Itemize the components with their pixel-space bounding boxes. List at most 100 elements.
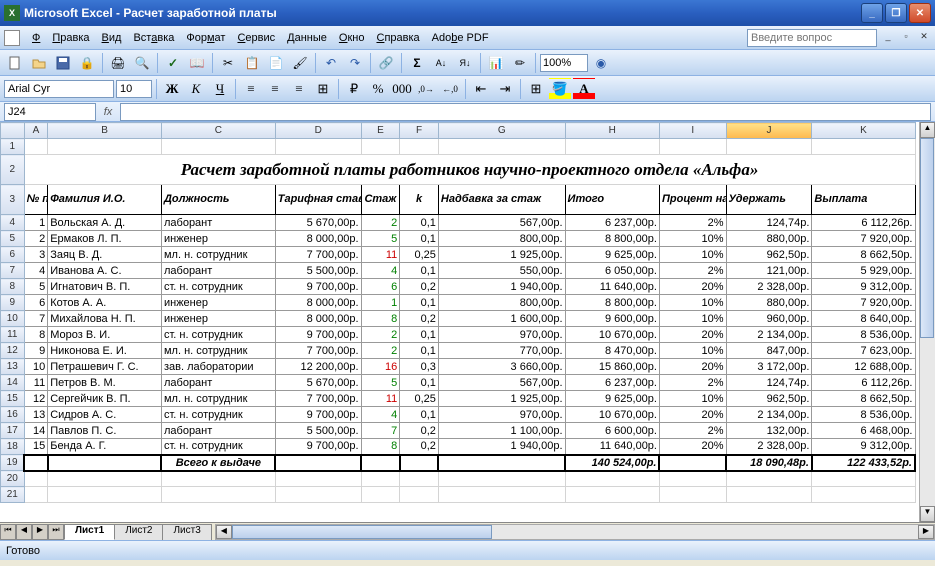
- cell-pos[interactable]: ст. н. сотрудник: [161, 439, 275, 455]
- redo-button[interactable]: ↷: [344, 52, 366, 74]
- cell-k[interactable]: 0,2: [400, 279, 439, 295]
- cell-pay[interactable]: 8 536,00р.: [812, 327, 915, 343]
- cell-pct[interactable]: 10%: [659, 247, 726, 263]
- menu-view[interactable]: Вид: [96, 30, 128, 46]
- paste-button[interactable]: 📄: [265, 52, 287, 74]
- hscroll-thumb[interactable]: [232, 525, 492, 539]
- row-header-10[interactable]: 10: [1, 311, 25, 327]
- col-header-K[interactable]: K: [812, 123, 915, 139]
- cell[interactable]: [48, 487, 162, 503]
- close-button[interactable]: ✕: [909, 3, 931, 23]
- cell-exp[interactable]: 7: [361, 423, 400, 439]
- cell-num[interactable]: 7: [24, 311, 48, 327]
- cell-pct[interactable]: 2%: [659, 423, 726, 439]
- fx-button[interactable]: fx: [96, 106, 120, 118]
- cell-total[interactable]: 9 600,00р.: [565, 311, 659, 327]
- col-header-D[interactable]: D: [275, 123, 361, 139]
- col-header-F[interactable]: F: [400, 123, 439, 139]
- cell-hold[interactable]: 2 134,00р.: [726, 327, 812, 343]
- cell-pct[interactable]: 2%: [659, 263, 726, 279]
- cell-k[interactable]: 0,2: [400, 423, 439, 439]
- cell-pos[interactable]: мл. н. сотрудник: [161, 391, 275, 407]
- cell[interactable]: [275, 455, 361, 471]
- menu-window[interactable]: Окно: [333, 30, 371, 46]
- cell-total[interactable]: 10 670,00р.: [565, 407, 659, 423]
- row-header-7[interactable]: 7: [1, 263, 25, 279]
- scroll-left-button[interactable]: ◀: [216, 525, 232, 539]
- row-header-6[interactable]: 6: [1, 247, 25, 263]
- cell-name[interactable]: Иванова А. С.: [48, 263, 162, 279]
- sort-asc-button[interactable]: A↓: [430, 52, 452, 74]
- cell-bonus[interactable]: 970,00р.: [438, 327, 565, 343]
- bold-button[interactable]: Ж: [161, 78, 183, 100]
- cell-pct[interactable]: 2%: [659, 215, 726, 231]
- cell-bonus[interactable]: 550,00р.: [438, 263, 565, 279]
- row-header-2[interactable]: 2: [1, 155, 25, 185]
- format-painter-button[interactable]: 🖌: [289, 52, 311, 74]
- align-center-button[interactable]: ≡: [264, 78, 286, 100]
- cell-hold[interactable]: 880,00р.: [726, 231, 812, 247]
- zoom-combo[interactable]: 100%: [540, 54, 588, 72]
- decrease-decimal-button[interactable]: ←,0: [439, 78, 461, 100]
- cell-bonus[interactable]: 800,00р.: [438, 231, 565, 247]
- cell-num[interactable]: 5: [24, 279, 48, 295]
- hyperlink-button[interactable]: 🔗: [375, 52, 397, 74]
- cell-num[interactable]: 15: [24, 439, 48, 455]
- hdr-bonus[interactable]: Надбавка за стаж: [438, 185, 565, 215]
- cell-num[interactable]: 14: [24, 423, 48, 439]
- font-name-combo[interactable]: Arial Cyr: [4, 80, 114, 98]
- col-header-A[interactable]: A: [24, 123, 48, 139]
- cell-hold[interactable]: 880,00р.: [726, 295, 812, 311]
- cell-bonus[interactable]: 1 100,00р.: [438, 423, 565, 439]
- cell-pos[interactable]: ст. н. сотрудник: [161, 279, 275, 295]
- col-header-E[interactable]: E: [361, 123, 400, 139]
- cell[interactable]: [438, 471, 565, 487]
- cell-pos[interactable]: лаборант: [161, 423, 275, 439]
- cell-num[interactable]: 8: [24, 327, 48, 343]
- print-button[interactable]: 🖨: [107, 52, 129, 74]
- cell-num[interactable]: 12: [24, 391, 48, 407]
- cell-exp[interactable]: 8: [361, 311, 400, 327]
- cell[interactable]: [361, 487, 400, 503]
- cell-bonus[interactable]: 970,00р.: [438, 407, 565, 423]
- cell-total[interactable]: 8 800,00р.: [565, 295, 659, 311]
- cell-name[interactable]: Заяц В. Д.: [48, 247, 162, 263]
- vertical-scrollbar[interactable]: ▲ ▼: [919, 122, 935, 522]
- research-button[interactable]: 📖: [186, 52, 208, 74]
- row-header-5[interactable]: 5: [1, 231, 25, 247]
- increase-decimal-button[interactable]: ,0→: [415, 78, 437, 100]
- cell-num[interactable]: 10: [24, 359, 48, 375]
- cell-name[interactable]: Сидров А. С.: [48, 407, 162, 423]
- cell-pos[interactable]: мл. н. сотрудник: [161, 343, 275, 359]
- cell-rate[interactable]: 8 000,00р.: [275, 231, 361, 247]
- row-header-17[interactable]: 17: [1, 423, 25, 439]
- col-header-B[interactable]: B: [48, 123, 162, 139]
- cell-hold[interactable]: 962,50р.: [726, 247, 812, 263]
- mdi-minimize-button[interactable]: _: [881, 31, 895, 45]
- cell[interactable]: [400, 455, 439, 471]
- cell-hold[interactable]: 2 328,00р.: [726, 439, 812, 455]
- cell-rate[interactable]: 5 670,00р.: [275, 215, 361, 231]
- total-hold[interactable]: 18 090,48р.: [726, 455, 812, 471]
- cell-name[interactable]: Михайлова Н. П.: [48, 311, 162, 327]
- cell-name[interactable]: Павлов П. С.: [48, 423, 162, 439]
- cell-pct[interactable]: 20%: [659, 439, 726, 455]
- cell-exp[interactable]: 5: [361, 231, 400, 247]
- cell[interactable]: [48, 455, 162, 471]
- cell[interactable]: [659, 471, 726, 487]
- cell-num[interactable]: 4: [24, 263, 48, 279]
- cell-hold[interactable]: 132,00р.: [726, 423, 812, 439]
- cell-name[interactable]: Бенда А. Г.: [48, 439, 162, 455]
- menu-format[interactable]: Формат: [180, 30, 231, 46]
- cell-total[interactable]: 6 600,00р.: [565, 423, 659, 439]
- cell-rate[interactable]: 5 670,00р.: [275, 375, 361, 391]
- chart-wizard-button[interactable]: 📊: [485, 52, 507, 74]
- cell[interactable]: [361, 139, 400, 155]
- cell-exp[interactable]: 16: [361, 359, 400, 375]
- cell-rate[interactable]: 9 700,00р.: [275, 407, 361, 423]
- row-header-18[interactable]: 18: [1, 439, 25, 455]
- undo-button[interactable]: ↶: [320, 52, 342, 74]
- hdr-name[interactable]: Фамилия И.О.: [48, 185, 162, 215]
- cell-hold[interactable]: 2 134,00р.: [726, 407, 812, 423]
- row-header-21[interactable]: 21: [1, 487, 25, 503]
